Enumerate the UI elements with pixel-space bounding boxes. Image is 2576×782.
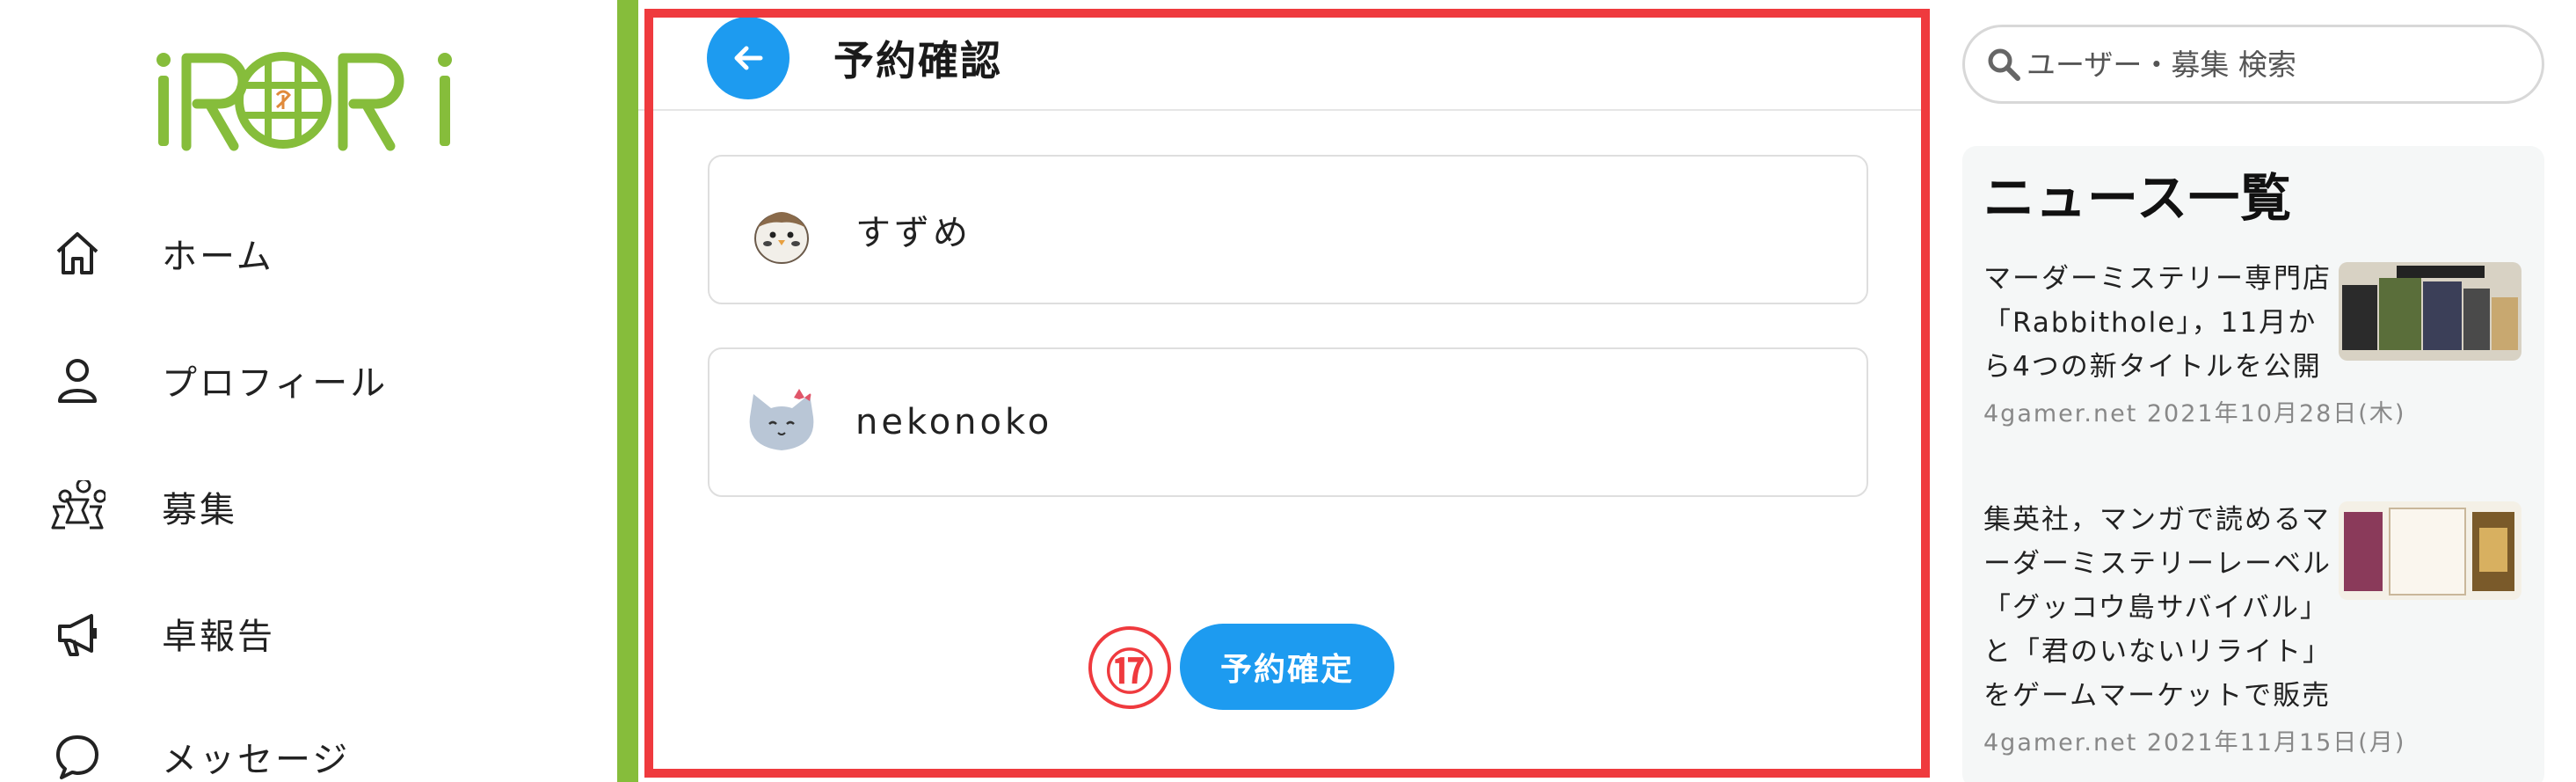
news-heading: ニュース一覧	[1983, 168, 2293, 228]
user-card-suzume[interactable]: すずめ	[708, 155, 1868, 304]
search-icon	[1988, 48, 2020, 81]
news-thumbnail-1[interactable]	[2339, 262, 2521, 361]
nav-item-message[interactable]: メッセージ	[49, 721, 577, 782]
search-box[interactable]	[1962, 25, 2544, 104]
nav-label-profile: プロフィール	[162, 363, 389, 404]
chat-bubble-icon	[49, 728, 106, 782]
left-sidebar: ホーム プロフィール 募集 卓報告 メッセージ	[0, 0, 615, 782]
nav-item-profile[interactable]: プロフィール	[49, 345, 577, 415]
nav-label-report: 卓報告	[162, 617, 275, 657]
sparrow-avatar	[741, 189, 822, 270]
iRORi-logo[interactable]	[151, 46, 464, 151]
news-meta-2: 4gamer.net 2021年11月15日(月)	[1983, 729, 2406, 756]
nav-item-report[interactable]: 卓報告	[49, 598, 577, 669]
back-button[interactable]	[707, 17, 790, 99]
cat-avatar	[741, 382, 822, 463]
megaphone-icon	[49, 605, 106, 661]
meeple-group-icon	[49, 479, 106, 535]
user-name-suzume: すずめ	[855, 213, 971, 253]
nav-label-home: ホーム	[162, 237, 274, 277]
nav-item-home[interactable]: ホーム	[49, 218, 577, 289]
user-name-nekonoko: nekonoko	[855, 402, 1053, 442]
user-card-nekonoko[interactable]: nekonoko	[708, 347, 1868, 497]
news-thumbnail-2[interactable]	[2339, 501, 2521, 600]
confirm-reservation-button[interactable]: 予約確定	[1180, 624, 1394, 710]
nav-item-recruit[interactable]: 募集	[49, 471, 577, 542]
nav-label-message: メッセージ	[162, 740, 351, 780]
sidebar-accent-bar	[617, 0, 638, 782]
main-header	[638, 0, 1924, 111]
person-icon	[49, 352, 106, 408]
page-title: 予約確認	[833, 37, 1002, 84]
search-input[interactable]	[2027, 47, 2519, 82]
news-meta-1: 4gamer.net 2021年10月28日(木)	[1983, 400, 2406, 428]
news-title-2: 集英社，マンガで読めるマーダーミステリーレーベル「グッコウ島サバイバル」と「君の…	[1983, 504, 2332, 712]
home-icon	[49, 225, 106, 281]
nav-label-recruit: 募集	[162, 490, 237, 530]
news-title-1: マーダーミステリー専門店「Rabbithole」，11月から4つの新タイトルを公…	[1983, 263, 2332, 383]
arrow-left-icon	[734, 46, 763, 70]
step-number-badge: ⑰	[1088, 626, 1171, 709]
